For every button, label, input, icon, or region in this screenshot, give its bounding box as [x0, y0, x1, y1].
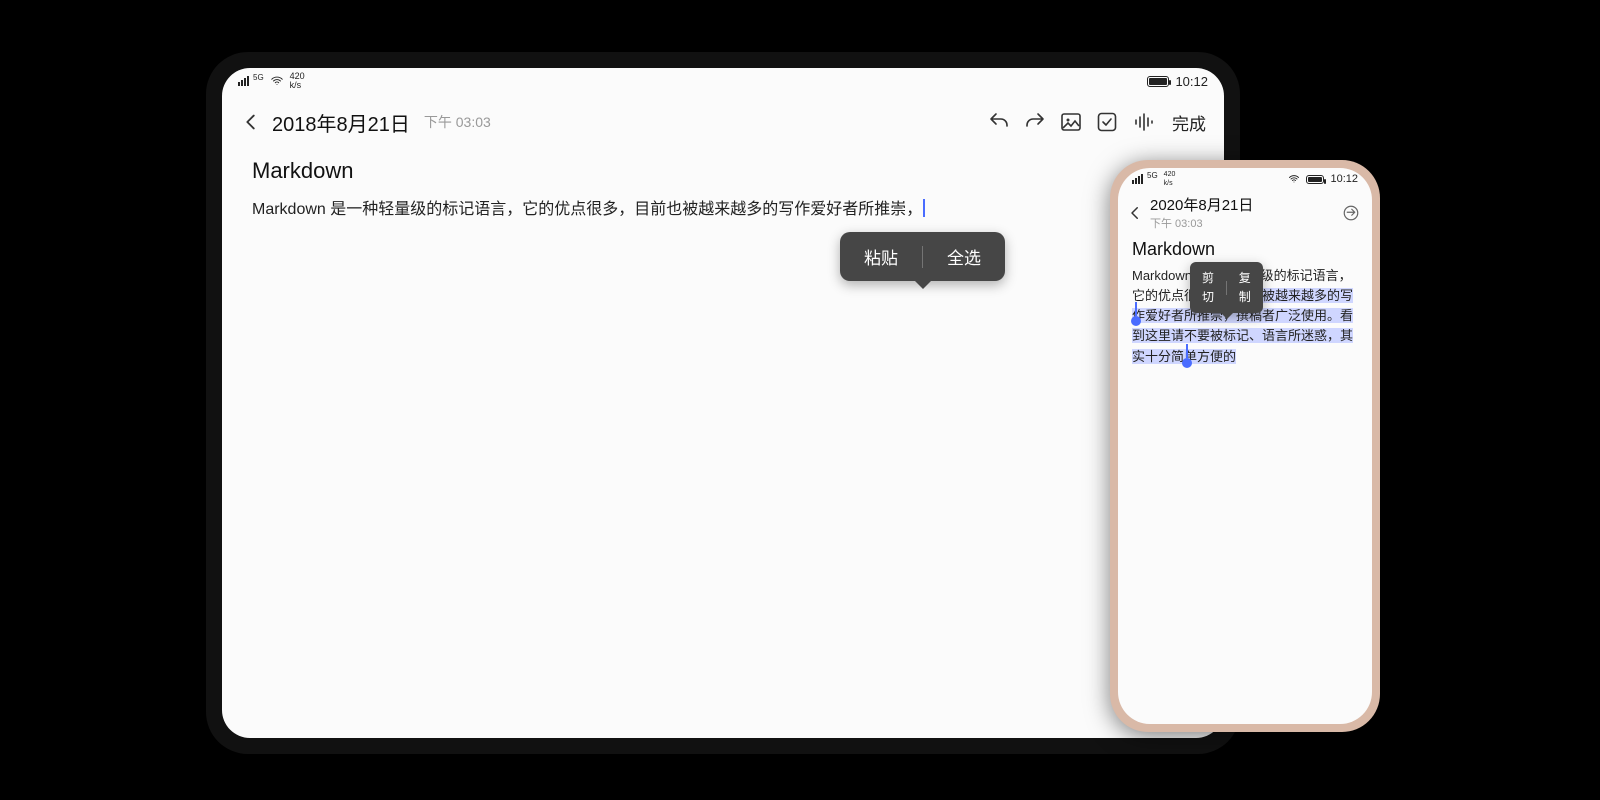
net-speed: 420 k/s: [1164, 170, 1176, 188]
note-time: 下午 03:03: [1150, 215, 1336, 231]
cellular-signal-icon: [238, 76, 249, 86]
tablet-status-bar: 5G 420 k/s 10:12: [222, 68, 1224, 94]
context-copy[interactable]: 复制: [1227, 269, 1263, 306]
wifi-icon: [270, 74, 284, 88]
wifi-icon: [1288, 173, 1300, 185]
note-time: 下午 03:03: [424, 112, 491, 132]
cellular-signal-icon: [1132, 174, 1143, 184]
tablet-header: 2018年8月21日 下午 03:03 完成: [222, 94, 1224, 150]
phone-device-frame: 5G 420 k/s 10:12 2020年8月21日 下午 03:03: [1110, 160, 1380, 732]
signal-label: 5G: [253, 74, 264, 82]
note-paragraph[interactable]: Markdown 是一种轻量级的标记语言，它的优点很多，目前也被越来越多的写作爱…: [1132, 266, 1358, 367]
voice-waveform-icon: [1131, 110, 1155, 134]
done-button[interactable]: 完成: [1172, 110, 1206, 135]
status-right: 10:12: [1147, 74, 1208, 89]
status-left: 5G 420 k/s: [1132, 170, 1175, 188]
note-text[interactable]: Markdown 是一种轻量级的标记语言，它的优点很多，目前也被越来越多的写作爱…: [252, 201, 922, 218]
tablet-screen: 5G 420 k/s 10:12 2018年8月21日 下午 03:03: [222, 68, 1224, 738]
share-button[interactable]: [1342, 204, 1360, 222]
context-menu: 粘贴 全选: [840, 232, 1005, 281]
phone-header: 2020年8月21日 下午 03:03: [1118, 190, 1372, 237]
context-menu-arrow-icon: [1221, 313, 1233, 319]
redo-button[interactable]: [1022, 109, 1048, 135]
note-paragraph[interactable]: Markdown 是一种轻量级的标记语言，它的优点很多，目前也被越来越多的写作爱…: [252, 196, 1194, 223]
phone-screen: 5G 420 k/s 10:12 2020年8月21日 下午 03:03: [1118, 168, 1372, 724]
undo-button[interactable]: [986, 109, 1012, 135]
header-dates: 2020年8月21日 下午 03:03: [1150, 194, 1336, 231]
context-cut[interactable]: 剪切: [1190, 269, 1226, 306]
note-title[interactable]: Markdown: [252, 158, 1194, 184]
selection-handle-end[interactable]: [1182, 358, 1192, 368]
status-clock: 10:12: [1175, 74, 1208, 89]
note-date: 2020年8月21日: [1150, 194, 1336, 215]
voice-button[interactable]: [1130, 109, 1156, 135]
phone-status-bar: 5G 420 k/s 10:12: [1118, 168, 1372, 190]
selection-handle-start[interactable]: [1131, 316, 1141, 326]
tablet-note-body[interactable]: Markdown Markdown 是一种轻量级的标记语言，它的优点很多，目前也…: [222, 150, 1224, 227]
status-right: 10:12: [1288, 173, 1358, 185]
image-icon: [1059, 110, 1083, 134]
status-left: 5G 420 k/s: [238, 72, 305, 90]
tablet-device-frame: 5G 420 k/s 10:12 2018年8月21日 下午 03:03: [206, 52, 1240, 754]
image-button[interactable]: [1058, 109, 1084, 135]
context-select-all[interactable]: 全选: [923, 244, 1005, 269]
note-text-pre[interactable]: Markdown: [1132, 268, 1196, 283]
share-icon: [1342, 204, 1360, 222]
undo-icon: [987, 110, 1011, 134]
signal-label: 5G: [1147, 172, 1158, 180]
context-menu-arrow-icon: [914, 280, 932, 289]
phone-note-body[interactable]: Markdown Markdown 是一种轻量级的标记语言，它的优点很多，目前也…: [1118, 237, 1372, 369]
note-title[interactable]: Markdown: [1132, 239, 1358, 260]
redo-icon: [1023, 110, 1047, 134]
text-cursor: [923, 199, 925, 217]
net-speed: 420 k/s: [290, 72, 305, 90]
battery-icon: [1147, 76, 1169, 87]
context-menu: 剪切 复制: [1190, 262, 1263, 313]
checkbox-icon: [1095, 110, 1119, 134]
status-clock: 10:12: [1330, 173, 1358, 185]
context-paste[interactable]: 粘贴: [840, 244, 922, 269]
battery-icon: [1306, 175, 1324, 184]
note-date: 2018年8月21日: [272, 108, 410, 137]
checklist-button[interactable]: [1094, 109, 1120, 135]
back-icon[interactable]: [1126, 204, 1144, 222]
back-icon[interactable]: [240, 111, 262, 133]
